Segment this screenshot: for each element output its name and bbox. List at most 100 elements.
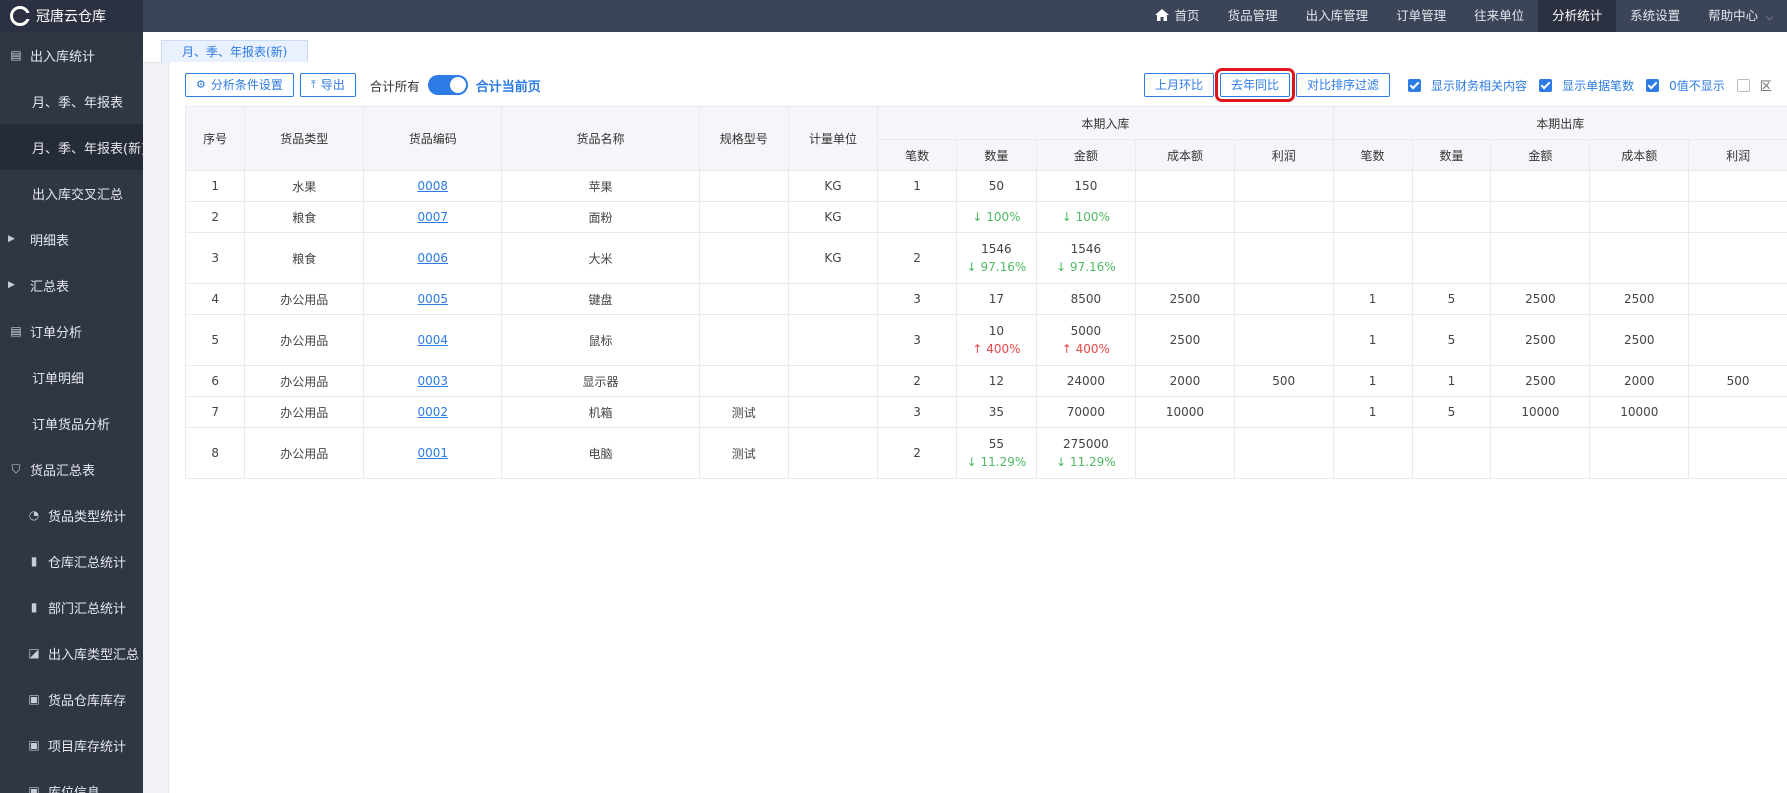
report-panel: ⚙ 分析条件设置 ⤒ 导出 合计所有 合计当前页 上月环比 去年同比 对比排序过…: [168, 62, 1787, 793]
cell-value: 35: [988, 405, 1005, 419]
cell-code[interactable]: 0003: [363, 365, 503, 397]
cell-spec: 测试: [698, 427, 789, 479]
bar-chart-icon: ▮: [30, 600, 38, 614]
cell-in-count: 3: [877, 314, 958, 366]
cell-in-count: [877, 201, 958, 233]
cell-code[interactable]: 0004: [363, 314, 503, 366]
cell-in-cost: [1135, 232, 1235, 284]
cell-seq: 6: [184, 365, 246, 397]
sidebar-item-label: 部门汇总统计: [48, 601, 127, 617]
sidebar-item-8[interactable]: 订单货品分析: [0, 400, 143, 446]
cell-unit: [787, 427, 879, 479]
sidebar: ▤ 出入库统计 月、季、年报表 月、季、年报表(新) 出入库交叉汇总 ▶ 明细表 ▶ 汇总表 ▤ 订…: [0, 32, 143, 793]
table-row[interactable]: 1 水果 0008 苹果 KG 1 50 150: [184, 170, 1787, 202]
prev-month-compare-button[interactable]: 上月环比: [1144, 73, 1215, 97]
sidebar-item-7[interactable]: 订单明细: [0, 354, 143, 400]
cell-out-profit: [1688, 283, 1787, 315]
cell-in-qty: 12: [956, 365, 1037, 397]
cell-out-amount: [1490, 427, 1591, 479]
cell-name: 苹果: [501, 170, 700, 202]
sidebar-item-15[interactable]: ▣ 项目库存统计: [0, 722, 143, 768]
cell-code[interactable]: 0006: [363, 232, 503, 284]
cell-code[interactable]: 0007: [363, 201, 503, 233]
sidebar-item-11[interactable]: ▮ 仓库汇总统计: [0, 538, 143, 584]
cell-in-count: 2: [877, 427, 958, 479]
item-code-link[interactable]: 0003: [417, 374, 448, 388]
table-row[interactable]: 2 粮食 0007 面粉 KG ↓ 100% ↓ 100%: [184, 201, 1787, 233]
table-row[interactable]: 7 办公用品 0002 机箱 测试 3 35 70000 10000 1 5 10000 10000: [184, 396, 1787, 428]
header-in-profit: 利润: [1233, 139, 1334, 171]
header-out-count: 笔数: [1332, 139, 1413, 171]
sidebar-item-0[interactable]: ▤ 出入库统计: [0, 32, 143, 78]
analysis-settings-button[interactable]: ⚙ 分析条件设置: [185, 73, 294, 97]
sidebar-item-2[interactable]: 月、季、年报表(新): [0, 124, 143, 170]
cell-code[interactable]: 0002: [363, 396, 503, 428]
nav-item-0[interactable]: 首页: [1141, 0, 1214, 32]
header-code: 货品编码: [363, 106, 503, 171]
sidebar-item-13[interactable]: ◪ 出入库类型汇总: [0, 630, 143, 676]
cell-out-cost: [1589, 170, 1690, 202]
export-button[interactable]: ⤒ 导出: [299, 73, 356, 97]
sidebar-item-1[interactable]: 月、季、年报表: [0, 78, 143, 124]
brand[interactable]: 冠唐云仓库: [0, 0, 143, 32]
nav-item-6[interactable]: 系统设置: [1616, 0, 1694, 32]
sidebar-item-16[interactable]: ▣ 库位信息: [0, 768, 143, 793]
sidebar-item-6[interactable]: ▤ 订单分析: [0, 308, 143, 354]
cell-code[interactable]: 0001: [363, 427, 503, 479]
table-row[interactable]: 3 粮食 0006 大米 KG 2 1546 ↓ 97.16% 1546 ↓ 97.16%: [184, 232, 1787, 284]
cell-unit: KG: [787, 201, 879, 233]
item-code-link[interactable]: 0002: [417, 405, 448, 419]
item-code-link[interactable]: 0006: [417, 251, 448, 265]
cell-seq: 2: [184, 201, 246, 233]
sidebar-item-12[interactable]: ▮ 部门汇总统计: [0, 584, 143, 630]
cell-seq: 8: [184, 427, 246, 479]
nav-item-1[interactable]: 货品管理: [1214, 0, 1292, 32]
table-row[interactable]: 4 办公用品 0005 键盘 3 17 8500 2500 1 5 2500 2500: [184, 283, 1787, 315]
cell-code[interactable]: 0005: [363, 283, 503, 315]
nav-item-4[interactable]: 往来单位: [1460, 0, 1538, 32]
nav-item-7[interactable]: 帮助中心 ⌵: [1694, 0, 1787, 32]
tab-report-new[interactable]: 月、季、年报表(新): [161, 40, 309, 63]
item-code-link[interactable]: 0004: [417, 333, 448, 347]
table-row[interactable]: 8 办公用品 0001 电脑 测试 2 55 ↓ 11.29% 275000 ↓ 11.29%: [184, 427, 1787, 479]
cell-value: 5000: [1070, 324, 1102, 338]
sidebar-item-4[interactable]: ▶ 明细表: [0, 216, 143, 262]
cell-value: 17: [988, 292, 1005, 306]
nav-item-5[interactable]: 分析统计: [1538, 0, 1617, 32]
cell-out-qty: [1411, 201, 1492, 233]
table-row[interactable]: 5 办公用品 0004 鼠标 3 10 ↑ 400% 5000 ↑ 400% 2500 1 5 2500…: [184, 314, 1787, 366]
cell-in-profit: [1233, 396, 1334, 428]
cell-type: 办公用品: [244, 283, 365, 315]
cell-value: 12: [988, 374, 1005, 388]
sidebar-item-5[interactable]: ▶ 汇总表: [0, 262, 143, 308]
sidebar-item-3[interactable]: 出入库交叉汇总: [0, 170, 143, 216]
sum-mode-toggle[interactable]: [427, 75, 468, 95]
sort-filter-button[interactable]: 对比排序过滤: [1296, 73, 1391, 97]
cell-in-count: 2: [877, 232, 958, 284]
item-code-link[interactable]: 0007: [417, 210, 448, 224]
checkbox-unchecked-icon: [1736, 78, 1750, 92]
show-finance-checkbox[interactable]: 显示财务相关内容: [1408, 77, 1527, 94]
hide-zero-checkbox[interactable]: 0值不显示: [1646, 77, 1725, 94]
top-nav: 首页 货品管理 出入库管理 订单管理 往来单位 分析统计 系统设置 帮助中心 ⌵: [1141, 0, 1787, 32]
sidebar-item-14[interactable]: ▣ 货品仓库库存: [0, 676, 143, 722]
item-code-link[interactable]: 0005: [417, 292, 448, 306]
table-row[interactable]: 6 办公用品 0003 显示器 2 12 24000 2000 500 1 1 2500 2000 500: [184, 365, 1787, 397]
item-code-link[interactable]: 0008: [417, 179, 448, 193]
item-code-link[interactable]: 0001: [417, 446, 448, 460]
sidebar-item-9[interactable]: ⛉ 货品汇总表: [0, 446, 143, 492]
pie-chart-icon: ◔: [28, 508, 40, 522]
header-seq: 序号: [184, 106, 246, 171]
cell-unit: [787, 314, 879, 366]
cell-out-profit: [1688, 314, 1787, 366]
partial-checkbox[interactable]: 区: [1736, 77, 1772, 94]
cell-code[interactable]: 0008: [363, 170, 503, 202]
header-out-profit: 利润: [1688, 139, 1787, 171]
cell-out-count: [1332, 170, 1413, 202]
nav-item-3[interactable]: 订单管理: [1382, 0, 1460, 32]
cell-in-qty: 55 ↓ 11.29%: [956, 427, 1037, 479]
sidebar-item-10[interactable]: ◔ 货品类型统计: [0, 492, 143, 538]
nav-item-2[interactable]: 出入库管理: [1292, 0, 1383, 32]
last-year-compare-button[interactable]: 去年同比: [1215, 68, 1296, 102]
show-doc-count-checkbox[interactable]: 显示单据笔数: [1539, 77, 1634, 94]
